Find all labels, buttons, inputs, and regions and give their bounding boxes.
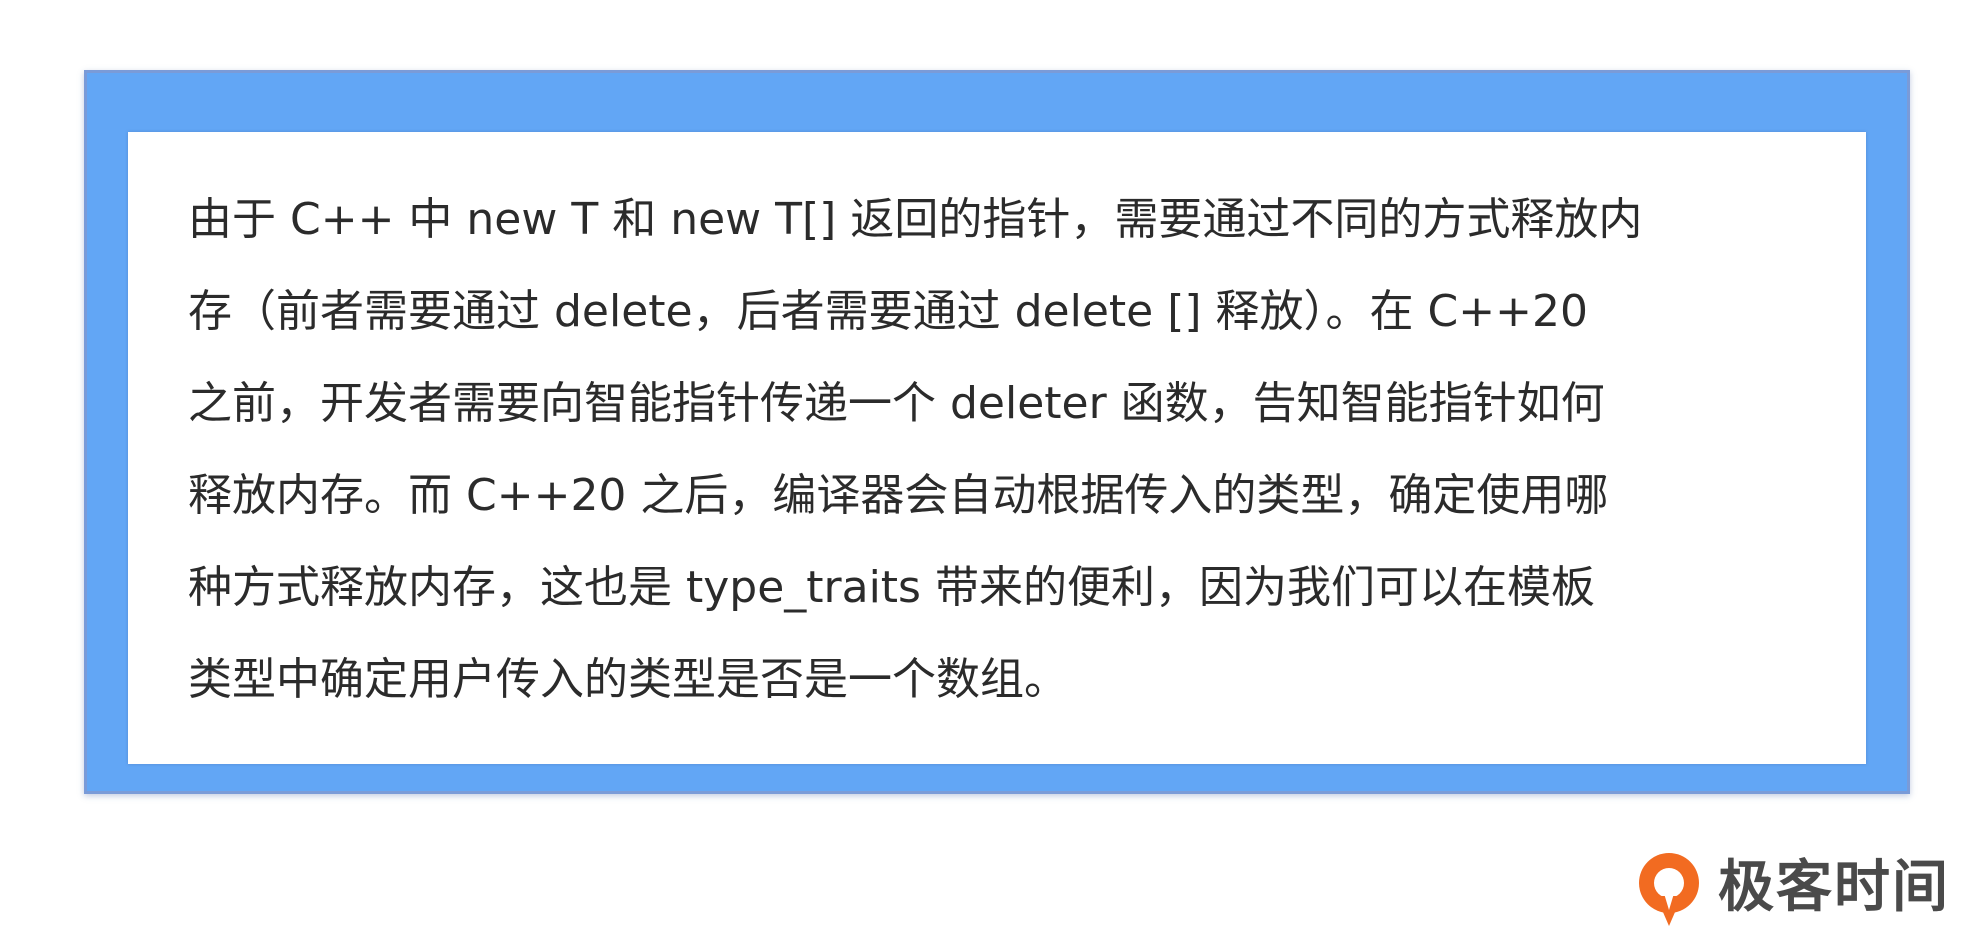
paragraph-line-2: 存（前者需要通过 delete，后者需要通过 delete [] 释放）。在 C… (188, 286, 1588, 337)
paragraph-line-4: 释放内存。而 C++20 之后，编译器会自动根据传入的类型，确定使用哪 (188, 470, 1609, 521)
paragraph-line-3: 之前，开发者需要向智能指针传递一个 deleter 函数，告知智能指针如何 (188, 378, 1605, 429)
geektime-logo-icon (1639, 853, 1699, 926)
paragraph-line-6: 类型中确定用户传入的类型是否是一个数组。 (188, 654, 1068, 705)
paragraph-line-5: 种方式释放内存，这也是 type_traits 带来的便利，因为我们可以在模板 (188, 562, 1595, 613)
brand-logo: 极客时间 (1630, 850, 1960, 930)
callout-paragraph: 由于 C++ 中 new T 和 new T[] 返回的指针，需要通过不同的方式… (188, 174, 1838, 726)
paragraph-line-1: 由于 C++ 中 new T 和 new T[] 返回的指针，需要通过不同的方式… (188, 194, 1643, 245)
brand-name: 极客时间 (1718, 855, 1950, 920)
callout-box: 由于 C++ 中 new T 和 new T[] 返回的指针，需要通过不同的方式… (128, 132, 1866, 764)
